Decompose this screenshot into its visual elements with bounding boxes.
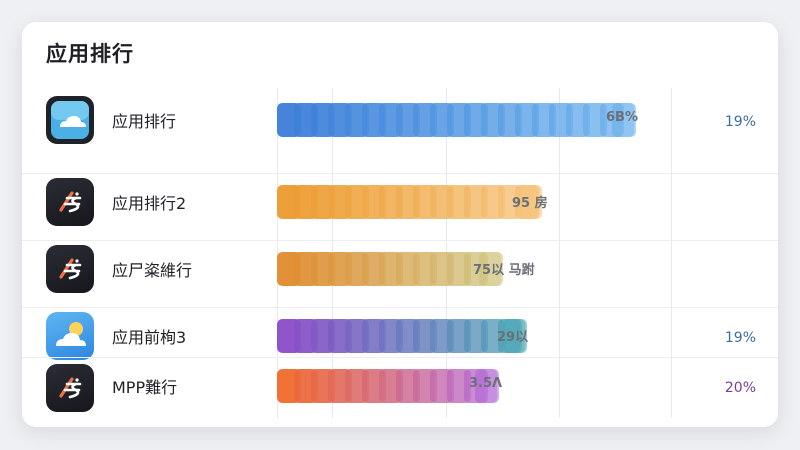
- ranking-chart: 应用排行 6B% 19% 应用排行2 95 房 应尸粢維行 75以 马跗 应用前…: [22, 22, 778, 427]
- app-name: 应尸粢維行: [112, 261, 193, 280]
- progress-bar: [277, 185, 542, 219]
- app-row[interactable]: 应尸粢維行 75以 马跗: [22, 240, 778, 308]
- bar-value-label: 95 房: [512, 196, 548, 211]
- app-row[interactable]: MPP難行 3.5Λ 20%: [22, 357, 778, 425]
- app-ranking-card: 应用排行 应用排行 6B% 19% 应用排行2 95 房 应尸粢維行 75以 马…: [22, 22, 778, 427]
- slash-s-logo-icon: [46, 178, 94, 226]
- app-row[interactable]: 应用排行 6B% 19%: [22, 92, 778, 159]
- share-percent: 20%: [724, 380, 756, 396]
- bar-value-label: 6B%: [606, 110, 638, 125]
- progress-bar: [277, 319, 527, 353]
- slash-s-logo-icon: [46, 364, 94, 412]
- app-name: 应用排行2: [112, 194, 187, 213]
- slash-s-logo-icon: [46, 245, 94, 293]
- sky-cloud-icon: [46, 312, 94, 360]
- app-name: MPP難行: [112, 378, 178, 397]
- weather-cloud-icon: [46, 96, 94, 144]
- bar-value-label: 29以: [497, 330, 529, 345]
- bar-value-label: 75以 马跗: [473, 263, 535, 278]
- progress-bar: [277, 252, 503, 286]
- progress-bar: [277, 103, 636, 137]
- bar-value-label: 3.5Λ: [469, 376, 503, 391]
- share-percent: 19%: [724, 114, 756, 130]
- app-name: 应用前栒3: [112, 328, 187, 347]
- app-row[interactable]: 应用排行2 95 房: [22, 173, 778, 241]
- app-name: 应用排行: [112, 112, 177, 131]
- progress-bar: [277, 369, 499, 403]
- share-percent: 19%: [724, 330, 756, 346]
